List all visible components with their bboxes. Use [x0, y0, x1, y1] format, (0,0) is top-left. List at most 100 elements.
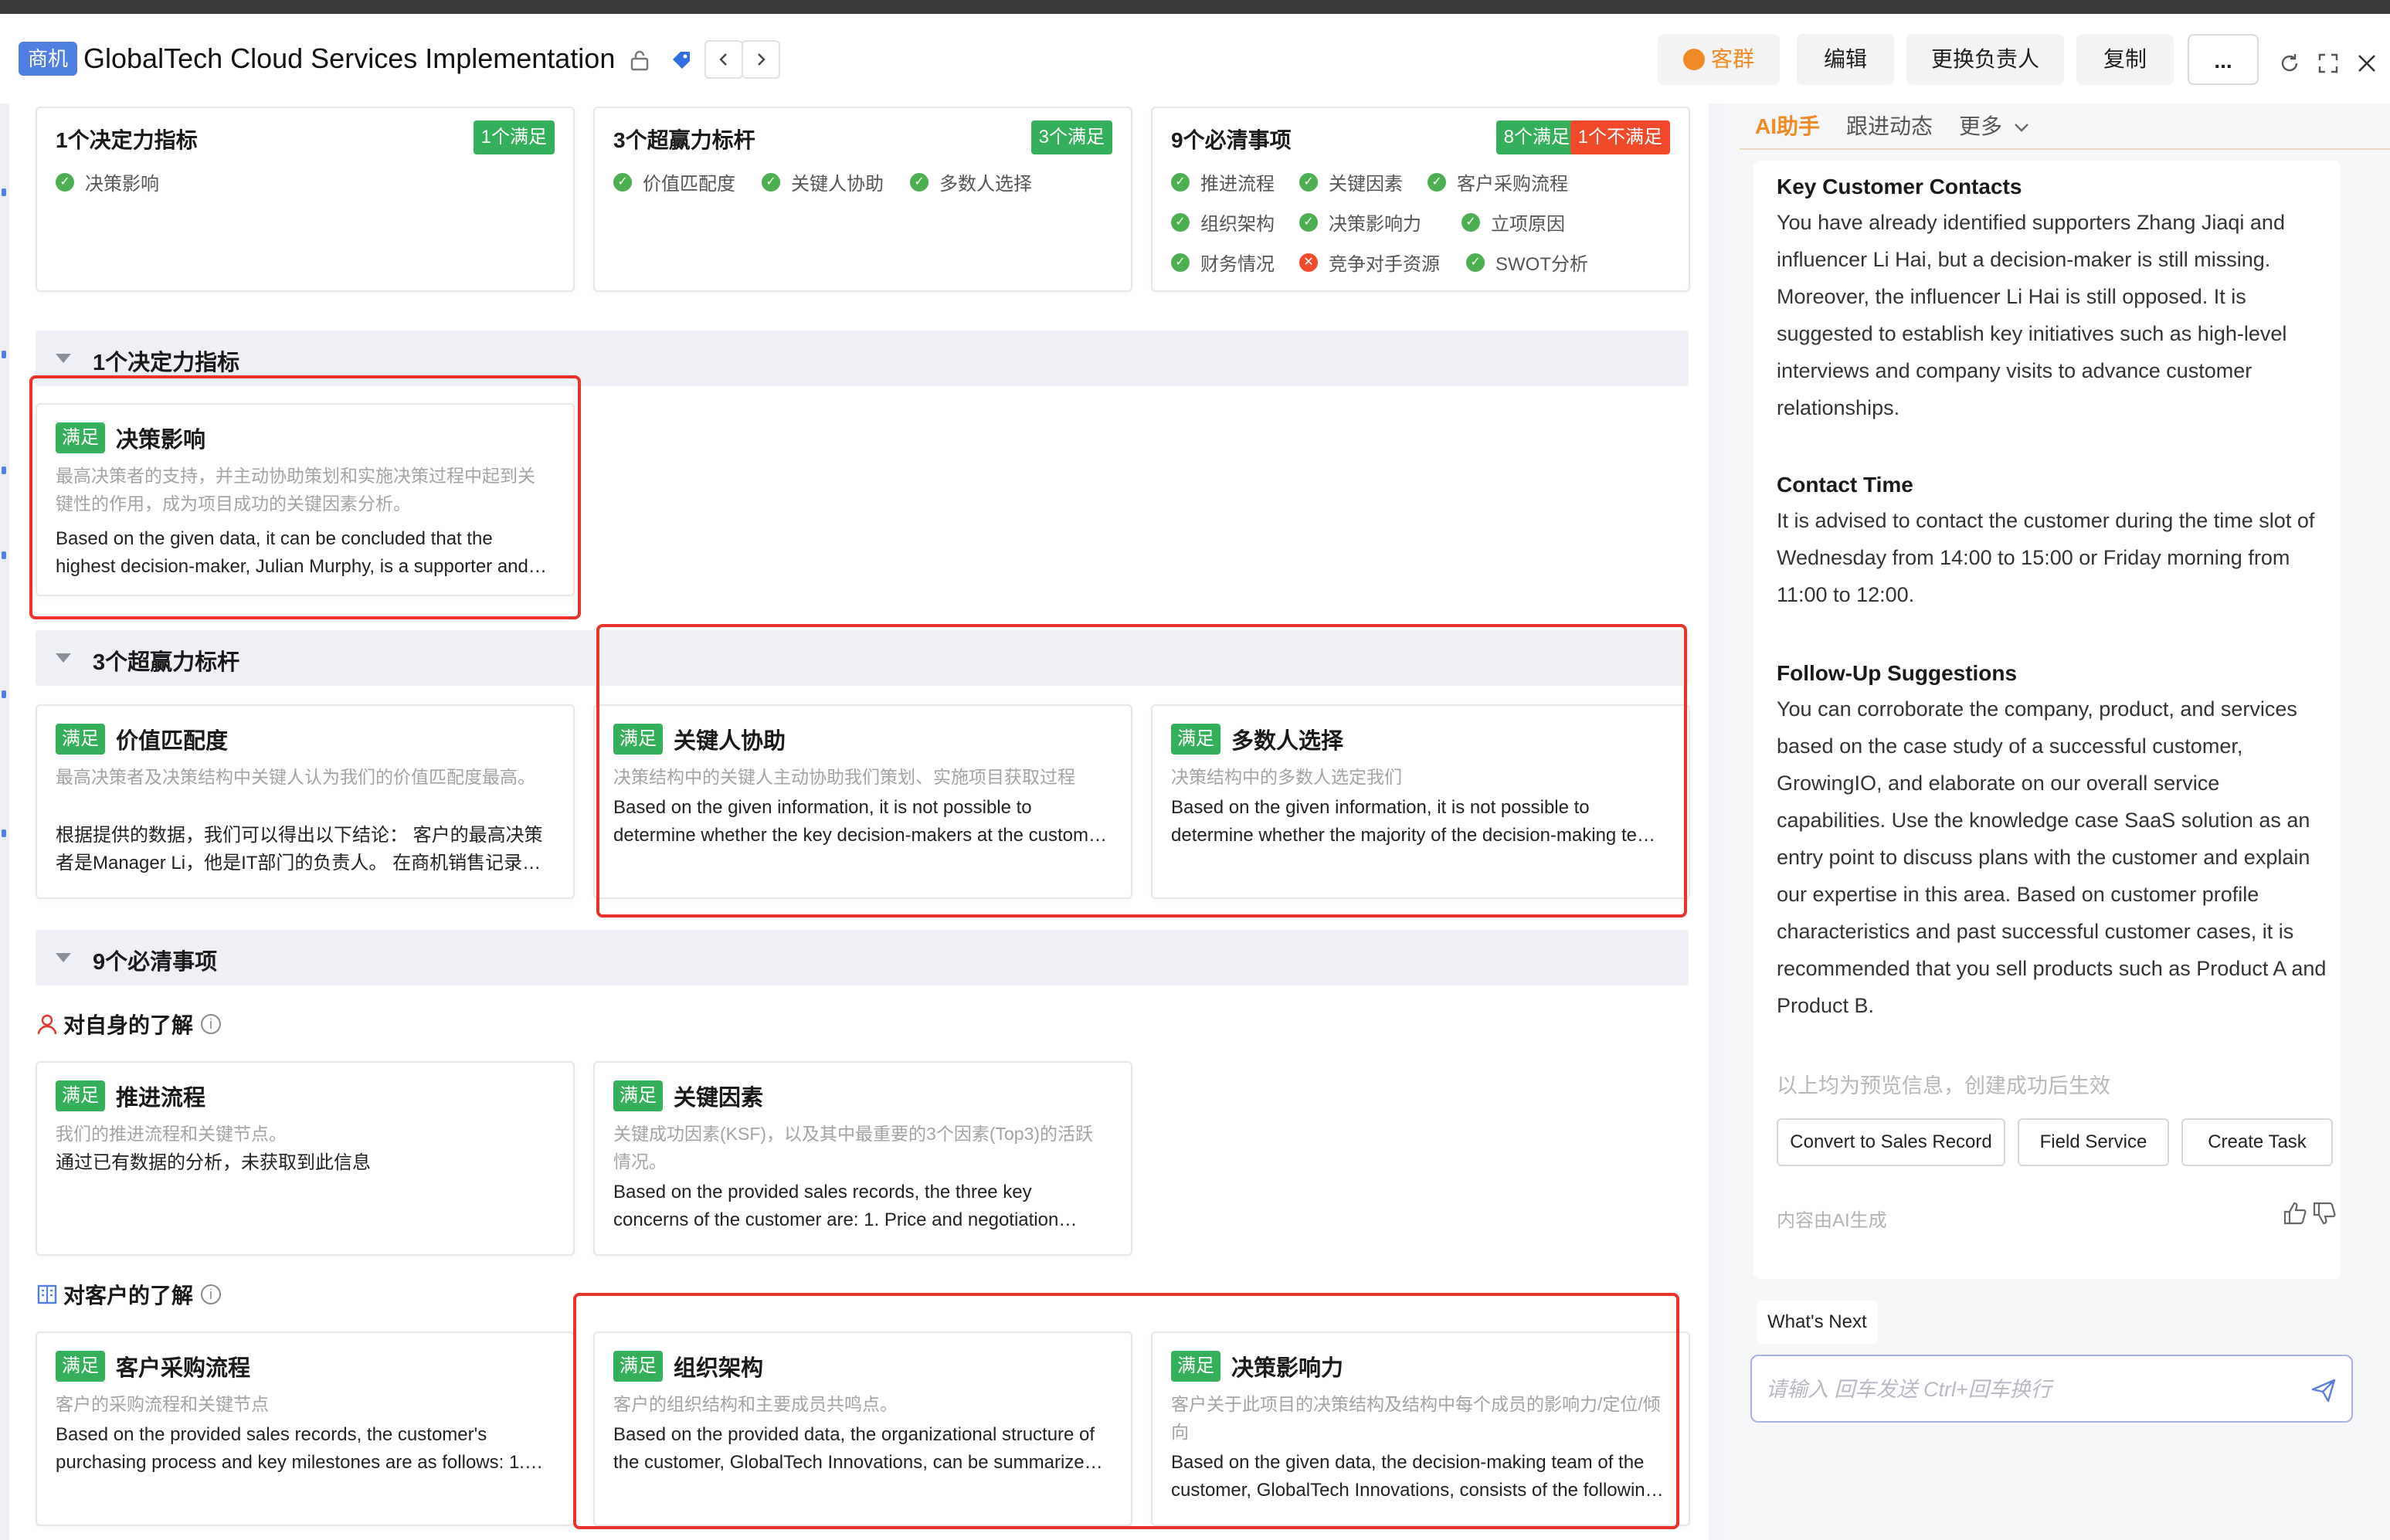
tab-more[interactable]: 更多 — [1959, 103, 2030, 150]
card-title: 价值匹配度 — [116, 729, 229, 754]
check-item: ✓ 立项原因 — [1461, 209, 1565, 236]
edit-button[interactable]: 编辑 — [1797, 34, 1894, 85]
field-service-button[interactable]: Field Service — [2018, 1118, 2169, 1166]
section-label: 3个超赢力标杆 — [93, 650, 240, 675]
contact-time-heading: Contact Time — [1777, 473, 1913, 497]
record-title: GlobalTech Cloud Services Implementation — [83, 42, 616, 74]
collapse-caret-icon[interactable] — [56, 354, 71, 363]
person-icon — [37, 1014, 57, 1035]
fail-item: ✕ 竞争对手资源 — [1299, 249, 1440, 276]
ai-assistant-panel: AI助手 跟进动态 更多 Key Customer Contacts You h… — [1723, 103, 2390, 1540]
highlight-box-benchmarks — [596, 624, 1687, 918]
check-icon: ✓ — [1428, 172, 1446, 192]
contacts-heading: Key Customer Contacts — [1777, 175, 2022, 198]
check-icon: ✓ — [1171, 172, 1190, 192]
check-item: ✓ 价值匹配度 — [613, 168, 735, 195]
check-item: ✓ 组织架构 — [1171, 209, 1275, 236]
status-badge: 满足 — [56, 724, 105, 755]
collapse-caret-icon[interactable] — [56, 653, 71, 663]
send-icon[interactable] — [2310, 1376, 2337, 1404]
card-title: 客户采购流程 — [116, 1356, 251, 1381]
card-title: 关键因素 — [674, 1086, 764, 1111]
unsatisfied-badge: 1个不满足 — [1570, 120, 1670, 154]
close-icon[interactable] — [2351, 48, 2382, 79]
tab-ai-assistant[interactable]: AI助手 — [1755, 103, 1820, 150]
tab-follow-up[interactable]: 跟进动态 — [1846, 103, 1933, 150]
check-icon: ✓ — [762, 172, 780, 192]
card-purchase-process[interactable]: 满足 客户采购流程 客户的采购流程和关键节点 Based on the provi… — [36, 1331, 575, 1526]
satisfied-badge: 8个满足 — [1495, 120, 1577, 154]
panel-tabs: AI助手 跟进动态 更多 — [1723, 103, 2390, 150]
check-icon: ✓ — [613, 172, 632, 192]
summary-card-decisive: 1个决定力指标 1个满足 ✓ 决策影响 — [36, 107, 575, 292]
status-badge: 满足 — [56, 1080, 105, 1111]
preview-note: 以上均为预览信息，创建成功后生效 — [1777, 1074, 2110, 1097]
follow-up-heading: Follow-Up Suggestions — [1777, 661, 2018, 685]
refresh-icon[interactable] — [2274, 48, 2305, 79]
building-icon — [37, 1284, 57, 1304]
fail-icon: ✕ — [1299, 253, 1318, 272]
check-item: ✓ SWOT分析 — [1466, 249, 1588, 276]
chevron-down-icon — [2014, 124, 2028, 132]
subhead-self: 对自身的了解 i — [36, 1009, 222, 1040]
check-icon: ✓ — [56, 172, 74, 192]
ai-generated-note: 内容由AI生成 — [1777, 1210, 1887, 1231]
check-item: ✓ 决策影响 — [56, 168, 159, 195]
check-item: ✓ 客户采购流程 — [1428, 168, 1568, 195]
card-value-match[interactable]: 满足 价值匹配度 最高决策者及决策结构中关键人认为我们的价值匹配度最高。 根据提供… — [36, 704, 575, 899]
satisfied-badge: 3个满足 — [1030, 120, 1112, 154]
create-task-button[interactable]: Create Task — [2181, 1118, 2333, 1166]
check-icon: ✓ — [1299, 212, 1318, 232]
check-item: ✓ 关键因素 — [1299, 168, 1403, 195]
prev-record-button[interactable] — [704, 40, 743, 79]
subhead-customer: 对客户的了解 i — [36, 1279, 222, 1310]
left-edge-strip — [0, 103, 9, 1540]
card-description: 关键成功因素(KSF)，以及其中最重要的3个因素(Top3)的活跃情况。 — [613, 1124, 1094, 1172]
change-owner-button[interactable]: 更换负责人 — [1906, 34, 2064, 85]
card-process[interactable]: 满足 推进流程 我们的推进流程和关键节点。 通过已有数据的分析，未获取到此信息 — [36, 1061, 575, 1256]
check-icon: ✓ — [1171, 253, 1190, 272]
expand-icon[interactable] — [2313, 48, 2344, 79]
copy-button[interactable]: 复制 — [2076, 34, 2174, 85]
check-icon: ✓ — [1299, 172, 1318, 192]
card-analysis: Based on the provided sales records, the… — [613, 1182, 1059, 1230]
more-actions-button[interactable]: ... — [2188, 34, 2259, 85]
card-description: 最高决策者及决策结构中关键人认为我们的价值匹配度最高。 — [56, 767, 535, 787]
ai-suggestion-card: Key Customer Contacts You have already i… — [1753, 161, 2341, 1279]
check-item: ✓ 推进流程 — [1171, 168, 1275, 195]
check-item: ✓ 多数人选择 — [910, 168, 1032, 195]
info-icon: i — [201, 1284, 222, 1304]
summary-card-must-clear: 9个必清事项 8个满足 1个不满足 ✓ 推进流程 ✓ 关键因素 ✓ 客户采购流程 ✓ 组… — [1151, 107, 1690, 292]
highlight-box-customer — [573, 1293, 1679, 1529]
thumbs-up-icon[interactable] — [2282, 1200, 2308, 1230]
convert-to-sales-record-button[interactable]: Convert to Sales Record — [1777, 1118, 2005, 1166]
section-label: 1个决定力指标 — [93, 351, 240, 375]
thumbs-down-icon[interactable] — [2311, 1200, 2337, 1230]
check-icon: ✓ — [910, 172, 929, 192]
card-description: 我们的推进流程和关键节点。 — [56, 1124, 287, 1144]
contact-time-text: It is advised to contact the customer du… — [1777, 509, 2315, 606]
tab-underline — [1740, 148, 2390, 150]
contacts-text: You have already identified supporters Z… — [1777, 211, 2287, 419]
status-badge: 满足 — [56, 1351, 105, 1382]
info-icon: i — [201, 1014, 222, 1034]
group-chat-icon — [1682, 49, 1705, 70]
check-item: ✓ 决策影响力 — [1299, 209, 1421, 236]
lock-icon[interactable] — [623, 43, 657, 77]
customer-group-label: 客群 — [1710, 47, 1754, 71]
summary-title: 3个超赢力标杆 — [613, 128, 755, 152]
card-analysis: Based on the provided sales records, the… — [56, 1424, 525, 1473]
check-icon: ✓ — [1461, 212, 1480, 232]
collapse-caret-icon[interactable] — [56, 953, 71, 962]
section-must-clear[interactable]: 9个必清事项 — [36, 930, 1689, 985]
chat-input-box — [1750, 1355, 2353, 1423]
check-item: ✓ 关键人协助 — [762, 168, 884, 195]
card-analysis: 根据提供的数据，我们可以得出以下结论： 客户的最高决策者是Manager Li，… — [56, 825, 543, 873]
summary-title: 1个决定力指标 — [56, 128, 198, 152]
next-record-button[interactable] — [742, 40, 780, 79]
chat-input[interactable] — [1766, 1370, 2291, 1409]
tag-icon[interactable] — [664, 43, 698, 77]
customer-group-button[interactable]: 客群 — [1658, 34, 1780, 85]
card-key-factors[interactable]: 满足 关键因素 关键成功因素(KSF)，以及其中最重要的3个因素(Top3)的活跃… — [593, 1061, 1132, 1256]
whats-next-label[interactable]: What's Next — [1757, 1301, 1878, 1344]
